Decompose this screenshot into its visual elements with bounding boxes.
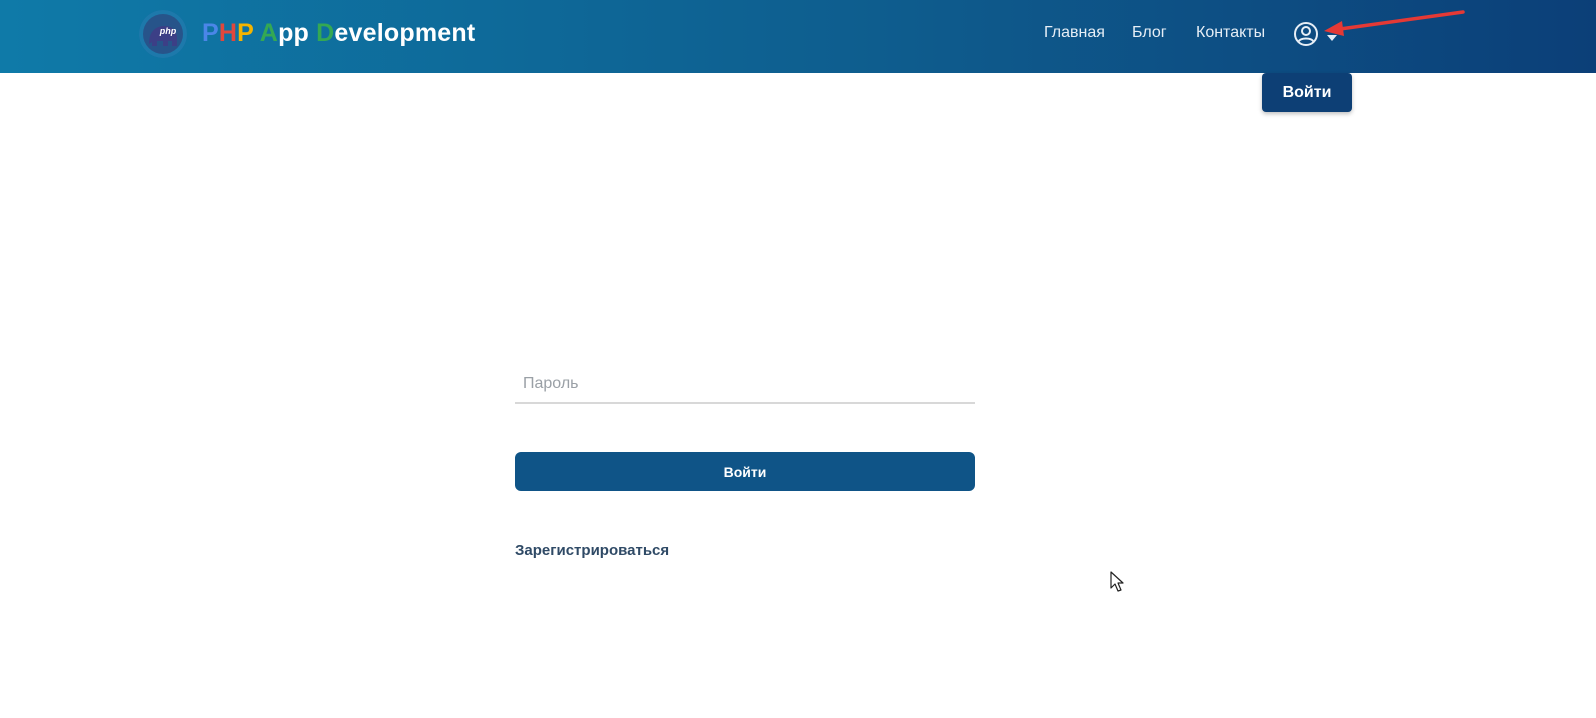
annotation-arrow-icon xyxy=(1324,10,1465,36)
nav-contacts[interactable]: Контакты xyxy=(1196,24,1265,42)
login-dropdown-button[interactable]: Войти xyxy=(1262,73,1352,112)
site-title-part: P xyxy=(202,19,219,47)
password-input[interactable] xyxy=(515,366,975,404)
site-title-part: evelopment xyxy=(334,19,476,47)
register-link[interactable]: Зарегистрироваться xyxy=(515,542,669,559)
top-navbar: php PHP App Development Главная Блог Кон… xyxy=(0,0,1596,73)
user-circle-icon xyxy=(1294,22,1318,46)
nav-blog[interactable]: Блог xyxy=(1132,24,1167,42)
site-title-part: H xyxy=(218,19,238,47)
site-title-part: A xyxy=(259,19,279,47)
site-title[interactable]: PHP App Development xyxy=(202,19,475,48)
site-title-part: pp xyxy=(278,19,317,47)
php-elephant-logo[interactable]: php xyxy=(139,10,187,58)
nav-home[interactable]: Главная xyxy=(1044,24,1105,42)
mouse-cursor-icon xyxy=(1110,571,1124,592)
login-submit-button[interactable]: Войти xyxy=(515,452,975,491)
site-title-part: P xyxy=(237,19,254,47)
logo-text: php xyxy=(159,26,177,36)
site-title-part: D xyxy=(316,19,335,47)
